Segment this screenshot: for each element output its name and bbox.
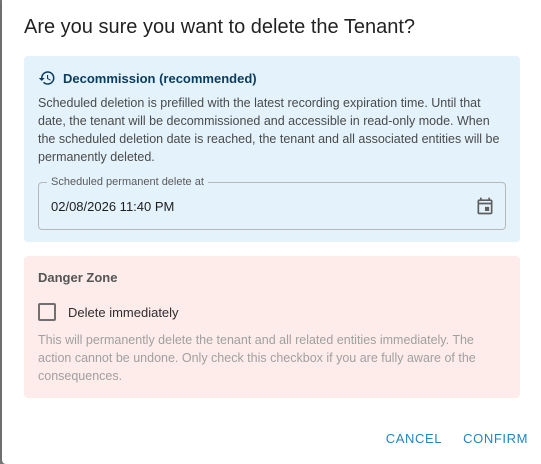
history-icon [38, 69, 56, 87]
scheduled-delete-date-field[interactable]: Scheduled permanent delete at 02/08/2026… [38, 175, 506, 230]
delete-immediately-label[interactable]: Delete immediately [68, 305, 179, 320]
danger-zone-warning: This will permanently delete the tenant … [38, 333, 476, 383]
cancel-button[interactable]: CANCEL [386, 431, 442, 446]
decommission-panel: Decommission (recommended) Scheduled del… [24, 56, 520, 242]
decommission-header: Decommission (recommended) [38, 69, 257, 87]
date-field-label: Scheduled permanent delete at [47, 175, 208, 189]
decommission-description: Scheduled deletion is prefilled with the… [38, 96, 500, 164]
calendar-icon[interactable] [474, 195, 496, 217]
delete-immediately-checkbox[interactable] [38, 303, 56, 321]
delete-tenant-dialog: Are you sure you want to delete the Tena… [2, 0, 541, 464]
date-field-value[interactable]: 02/08/2026 11:40 PM [51, 199, 174, 214]
dialog-actions: CANCEL CONFIRM [386, 431, 528, 446]
confirm-button[interactable]: CONFIRM [463, 431, 528, 446]
danger-zone-panel: Danger Zone Delete immediately This will… [24, 256, 520, 398]
danger-zone-title: Danger Zone [38, 270, 118, 285]
decommission-heading: Decommission (recommended) [63, 70, 257, 86]
delete-immediately-option[interactable]: Delete immediately [38, 303, 179, 321]
dialog-title: Are you sure you want to delete the Tena… [24, 16, 416, 38]
